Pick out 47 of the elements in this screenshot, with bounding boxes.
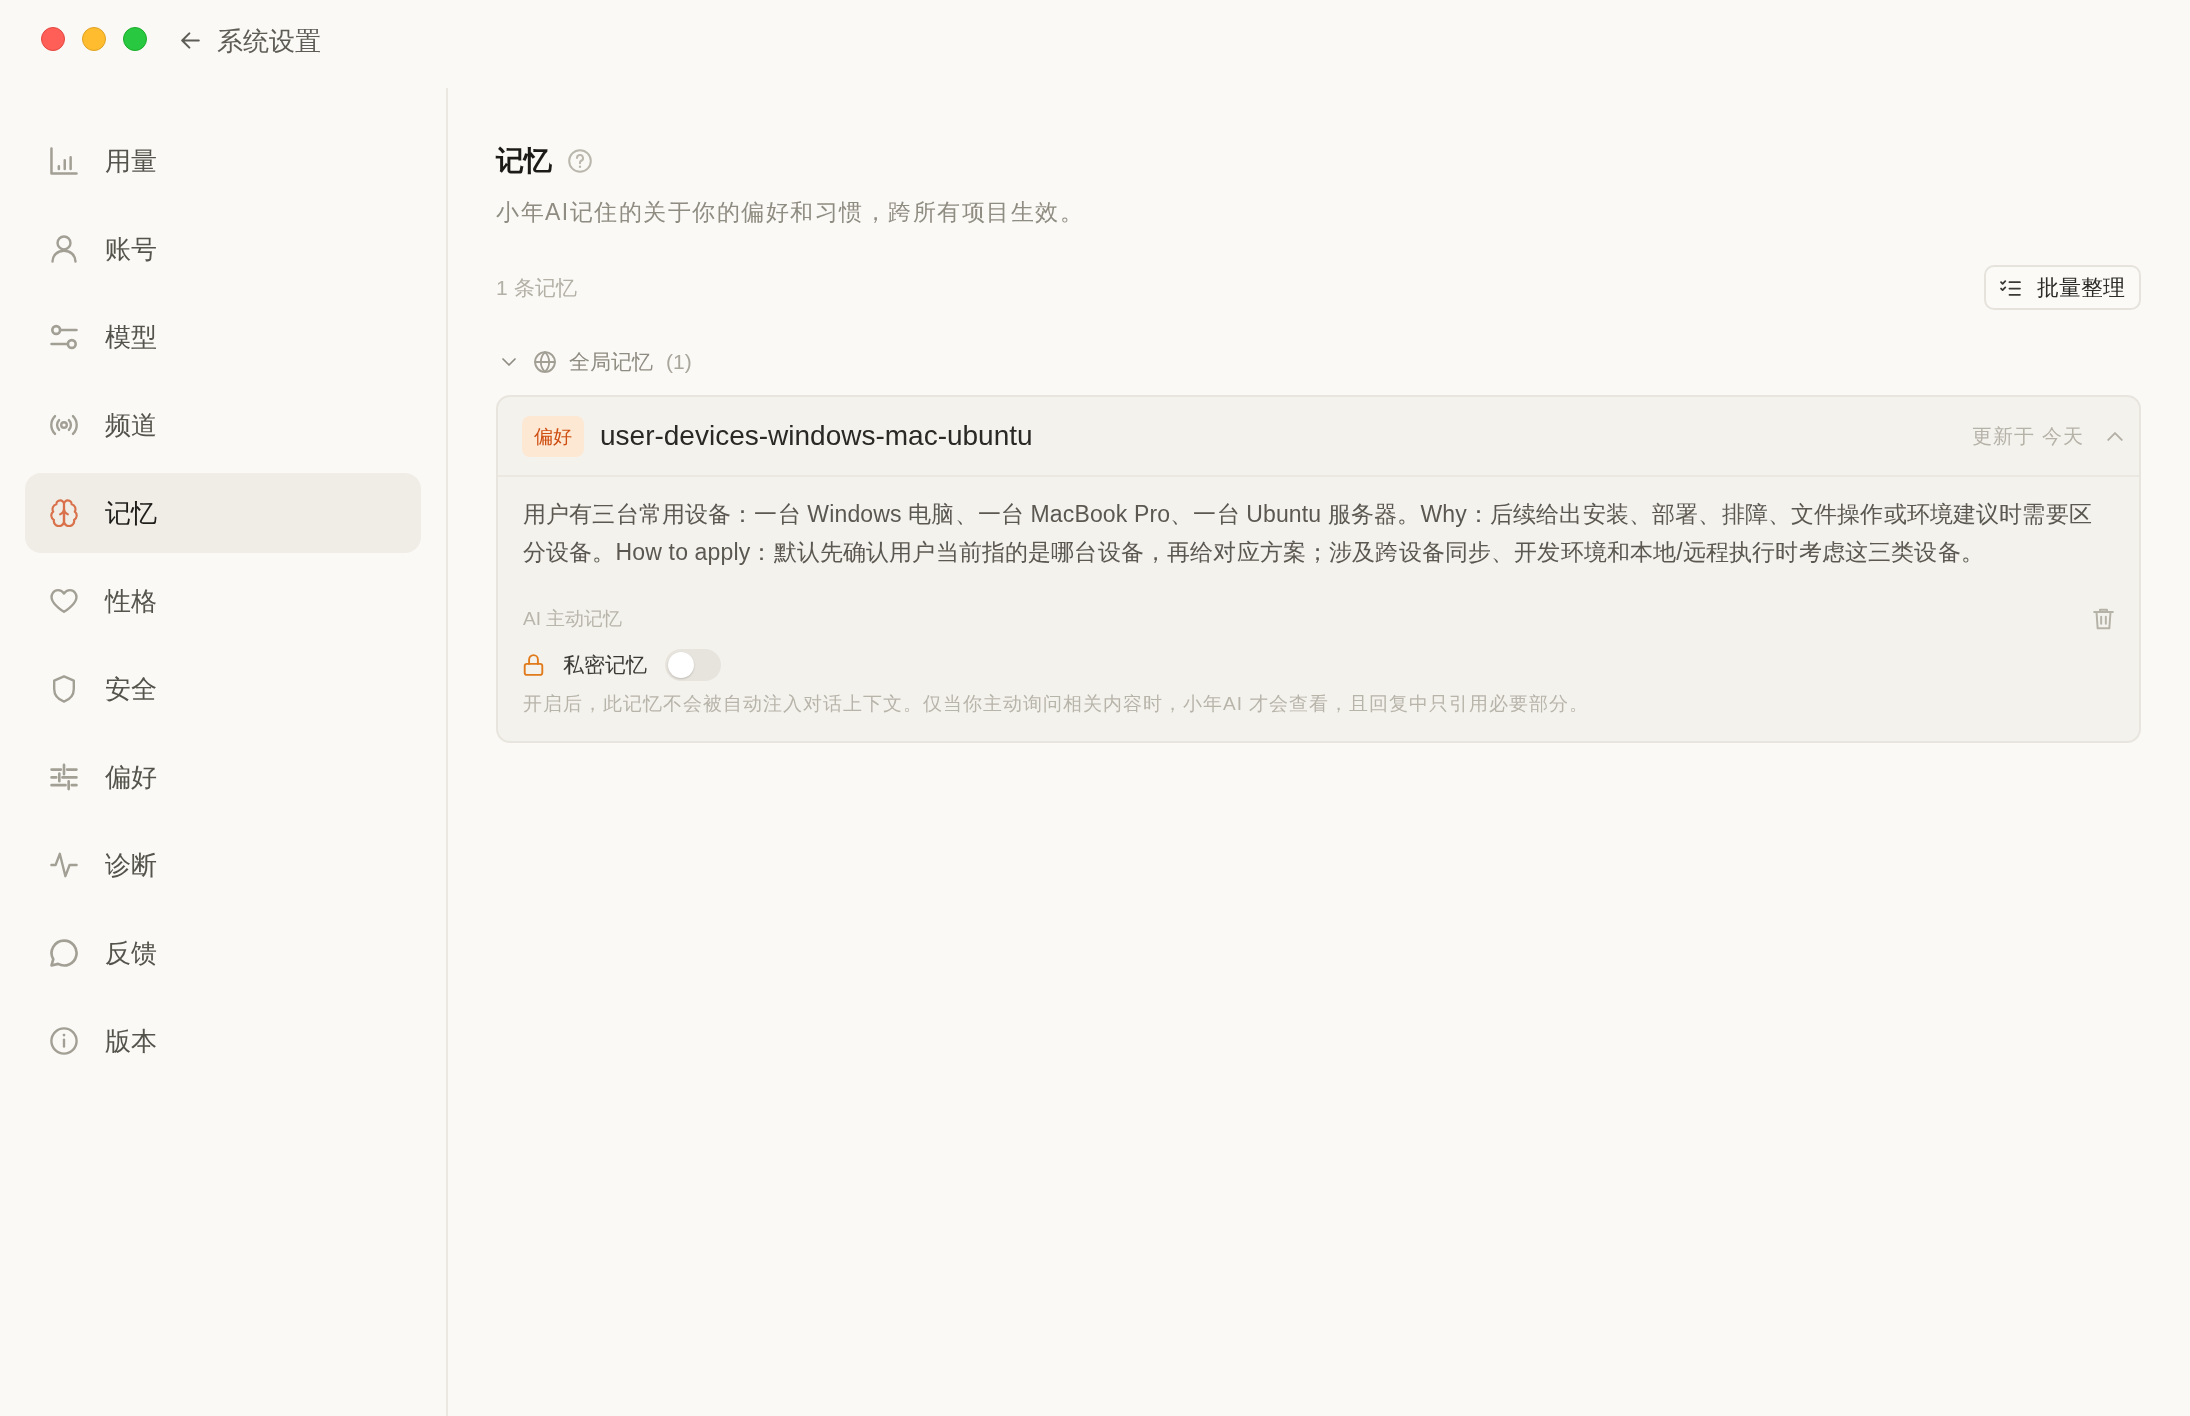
info-icon (50, 1027, 78, 1055)
sliders-icon (50, 323, 78, 351)
private-memory-label: 私密记忆 (563, 651, 647, 678)
sidebar-item[interactable]: 模型 (25, 297, 421, 377)
page-description: 小年AI记住的关于你的偏好和习惯，跨所有项目生效。 (496, 198, 1086, 227)
sidebar-item[interactable]: 诊断 (25, 825, 421, 905)
group-label: 全局记忆 (569, 349, 653, 376)
back-arrow-icon[interactable] (181, 32, 200, 49)
lock-icon (523, 653, 544, 676)
sliders-icon (50, 763, 78, 791)
shield-icon (50, 675, 78, 703)
memory-content: 用户有三台常用设备：一台 Windows 电脑、一台 MacBook Pro、一台 Ubuntu 服务器。Why：后续给出安装、部署、排障、文件操作或环境建议时需要区分设备。How to apply：默认先确认用户当前指的是哪台设备，再给对应方案；涉及跨设备同步、开发环境和本地/远程执行时考虑这三类设备。 (523, 500, 2093, 567)
updated-time: 更新于 今天 (1972, 424, 2084, 449)
window-title: 系统设置 (217, 27, 321, 55)
batch-organize-button[interactable]: 批量整理 (1984, 265, 2141, 310)
page-title: 记忆 (496, 144, 552, 178)
chevron-down-icon[interactable] (502, 358, 516, 366)
heart-icon (50, 587, 78, 615)
sidebar-item[interactable]: 账号 (25, 209, 421, 289)
trash-icon[interactable] (2093, 608, 2114, 631)
memory-title: user-devices-windows-mac-ubuntu (600, 419, 1033, 453)
sidebar-item[interactable]: 版本 (25, 1001, 421, 1081)
close-window-icon[interactable] (41, 27, 65, 51)
bar-chart-icon (50, 147, 78, 175)
sidebar-item[interactable]: 性格 (25, 561, 421, 641)
sidebar-item[interactable]: 频道 (25, 385, 421, 465)
private-toggle[interactable] (665, 648, 721, 681)
help-icon[interactable] (568, 149, 592, 173)
maximize-window-icon[interactable] (123, 27, 147, 51)
group-count: (1) (666, 349, 692, 376)
chat-bubble-icon (50, 939, 78, 967)
person-icon (50, 235, 78, 263)
sidebar-item[interactable]: 用量 (25, 121, 421, 201)
memory-count: 1 条记忆 (496, 274, 577, 301)
sidebar-item[interactable]: 记忆 (25, 473, 421, 553)
pulse-icon (50, 851, 78, 879)
checklist-icon (2000, 279, 2021, 296)
private-memory-note: 开启后，此记忆不会被自动注入对话上下文。仅当你主动询问相关内容时，小年AI 才会查看，且回复中只引用必要部分。 (523, 691, 1591, 716)
memory-source: AI 主动记忆 (523, 607, 623, 631)
globe-icon (534, 351, 556, 373)
chevron-up-icon[interactable] (2107, 431, 2123, 441)
brain-icon (50, 499, 78, 527)
sidebar-item[interactable]: 偏好 (25, 737, 421, 817)
minimize-window-icon[interactable] (82, 27, 106, 51)
category-tag: 偏好 (522, 415, 584, 457)
sidebar-item[interactable]: 安全 (25, 649, 421, 729)
sidebar-item[interactable]: 反馈 (25, 913, 421, 993)
